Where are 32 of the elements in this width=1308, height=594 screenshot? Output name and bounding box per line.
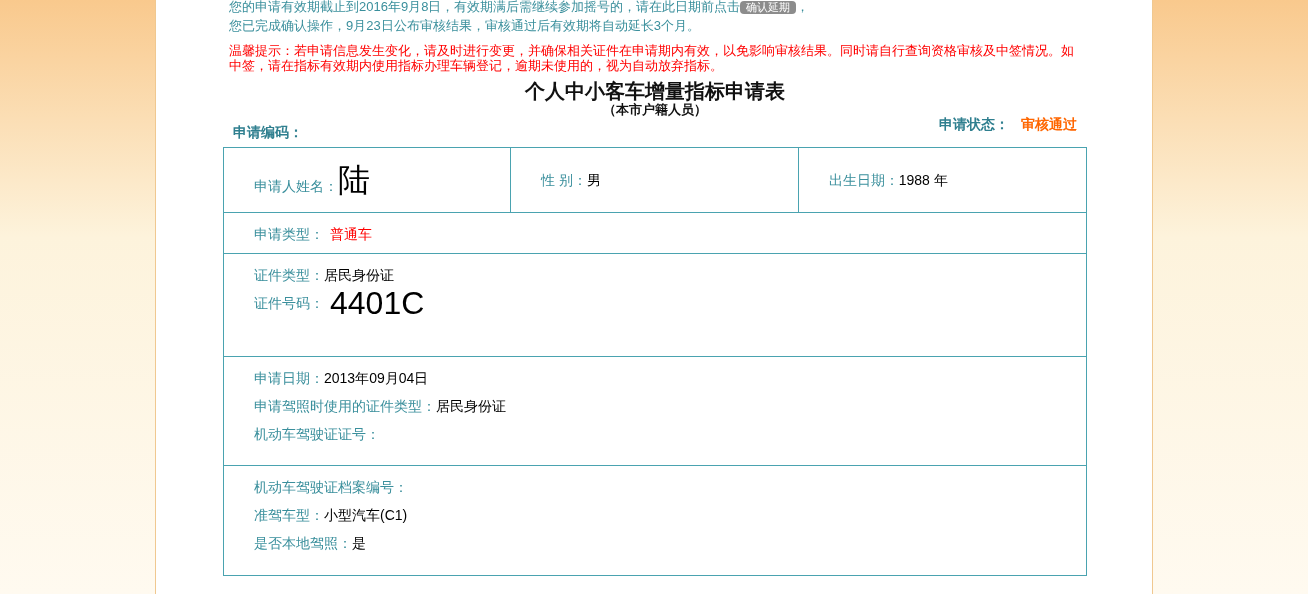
field-value: 居民身份证 xyxy=(436,397,506,416)
field-label: 性 别： xyxy=(541,170,588,190)
field-value: 4401C xyxy=(330,286,425,320)
field-value: 陆 xyxy=(338,163,370,197)
field-label: 机动车驾驶证档案编号： xyxy=(254,478,408,497)
field-value: 居民身份证 xyxy=(324,266,394,285)
status-value: 审核通过 xyxy=(1021,115,1077,134)
field-label: 机动车驾驶证证号： xyxy=(254,425,380,444)
notice-text: 您的申请有效期截止到2016年9月8日，有效期满后需继续参加摇号的，请在此日期前点击 xyxy=(229,0,741,14)
notice-text: 您已完成确认操作，9月23日公布审核结果，审核通过后有效期将自动延长3个月。 xyxy=(228,17,701,35)
field-value: 男 xyxy=(587,170,602,190)
notice-text: ， xyxy=(796,0,810,14)
field-label: 申请驾照时使用的证件类型： xyxy=(254,397,436,416)
application-code-label: 申请编码： xyxy=(233,123,303,142)
field-label: 证件号码： xyxy=(254,294,324,313)
warning-text: 温馨提示：若申请信息发生变化，请及时进行变更，并确保相关证件在申请期内有效，以免影响审核结果。同时请自行查询资格审核及中签情况。如中签，请在指标有效期内使用指标办理车辆登记，逾期未使用的，视为自动放弃指标。 xyxy=(228,43,1075,73)
field-value: 普通车 xyxy=(330,225,372,244)
field-value: 1988 年 xyxy=(898,170,948,190)
form-subtitle: （本市户籍人员） xyxy=(602,103,708,117)
field-label: 申请类型： xyxy=(254,225,324,244)
field-label: 申请日期： xyxy=(254,369,324,388)
field-label: 准驾车型： xyxy=(254,506,324,525)
field-label: 证件类型： xyxy=(254,266,324,285)
form-title: 个人中小客车增量指标申请表 xyxy=(524,79,786,103)
status-label: 申请状态： xyxy=(939,115,1009,134)
field-label: 申请人姓名： xyxy=(254,176,338,196)
field-value: 小型汽车(C1) xyxy=(324,506,408,525)
field-value: 是 xyxy=(352,534,366,553)
field-label: 出生日期： xyxy=(828,170,899,190)
field-value: 2013年09月04日 xyxy=(324,369,429,388)
extend-button[interactable]: 确认延期 xyxy=(740,0,797,14)
field-label: 是否本地驾照： xyxy=(254,534,352,553)
